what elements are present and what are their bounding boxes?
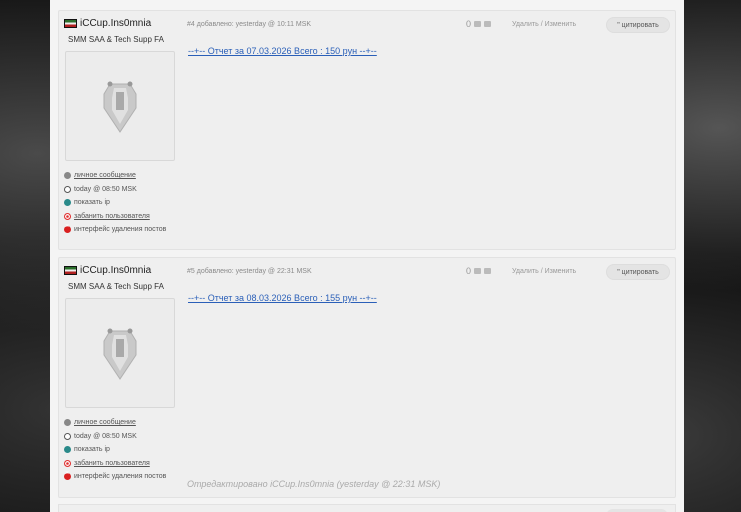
thumb-up-icon[interactable] <box>474 21 482 27</box>
forum-post: iCCup.Ins0mnia SMM SAA & Tech Supp FA ли… <box>58 257 676 498</box>
forum-content: iCCup.Ins0mnia SMM SAA & Tech Supp FA ли… <box>50 0 684 512</box>
vote-widget: 0 <box>466 19 492 29</box>
user-links: личное сообщение today @ 08:50 MSK показ… <box>64 416 166 484</box>
vote-count: 0 <box>466 266 472 276</box>
thumb-down-icon[interactable] <box>484 21 492 27</box>
vote-widget: 0 <box>466 266 492 276</box>
post-body-link[interactable]: --+-- Отчет за 07.03.2026 Всего : 150 ру… <box>188 46 377 56</box>
ban-icon <box>64 212 71 220</box>
ban-user-link[interactable]: забанить пользователя <box>64 457 166 471</box>
message-icon <box>64 419 71 427</box>
post-meta: #4 добавлено: yesterday @ 10:11 MSK <box>187 21 312 28</box>
post-actions: Удалить / Изменить <box>512 268 576 275</box>
ban-user-link[interactable]: забанить пользователя <box>64 210 166 224</box>
delete-button[interactable]: Удалить <box>512 268 539 275</box>
delete-interface-label[interactable]: интерфейс удаления постов <box>74 226 166 233</box>
show-ip-link[interactable]: показать ip <box>64 443 166 457</box>
private-message-link[interactable]: личное сообщение <box>64 416 166 430</box>
clock-icon <box>64 432 71 440</box>
edited-note: Отредактировано iCCup.Ins0mnia (yesterda… <box>187 479 441 489</box>
delete-interface-link[interactable]: интерфейс удаления постов <box>64 470 166 484</box>
last-seen: today @ 08:50 MSK <box>64 183 166 197</box>
forum-post: iCCup.Ins0mnia SMM SAA & Tech Supp FA ли… <box>58 10 676 250</box>
private-message-link[interactable]: личное сообщение <box>64 169 166 183</box>
show-ip-link[interactable]: показать ip <box>64 196 166 210</box>
last-seen-label: today @ 08:50 MSK <box>74 432 137 440</box>
flag-icon <box>64 266 77 275</box>
user-title: SMM SAA & Tech Supp FA <box>68 35 164 44</box>
author-name[interactable]: iCCup.Ins0mnia <box>80 265 151 276</box>
delete-interface-label[interactable]: интерфейс удаления постов <box>74 473 166 480</box>
avatar <box>65 51 175 161</box>
thumb-down-icon[interactable] <box>484 268 492 274</box>
thumb-up-icon[interactable] <box>474 268 482 274</box>
action-separator: / <box>540 268 543 275</box>
quote-button[interactable]: " цитировать <box>606 264 670 280</box>
message-icon <box>64 172 71 180</box>
flag-icon <box>64 19 77 28</box>
clock-icon <box>64 185 71 193</box>
action-separator: / <box>540 21 543 28</box>
last-seen: today @ 08:50 MSK <box>64 430 166 444</box>
delete-button[interactable]: Удалить <box>512 21 539 28</box>
post-body-link[interactable]: --+-- Отчет за 08.03.2026 Всего : 155 ру… <box>188 293 377 303</box>
ip-icon <box>64 446 71 454</box>
author-name[interactable]: iCCup.Ins0mnia <box>80 18 151 29</box>
post-author[interactable]: iCCup.Ins0mnia <box>64 18 151 29</box>
delete-interface-link[interactable]: интерфейс удаления постов <box>64 223 166 237</box>
delete-icon <box>64 470 71 481</box>
badge-icon <box>103 328 137 380</box>
user-title: SMM SAA & Tech Supp FA <box>68 282 164 291</box>
private-message-label[interactable]: личное сообщение <box>74 419 136 426</box>
delete-icon <box>64 223 71 234</box>
post-actions: Удалить / Изменить <box>512 21 576 28</box>
show-ip-label[interactable]: показать ip <box>74 199 110 206</box>
user-links: личное сообщение today @ 08:50 MSK показ… <box>64 169 166 237</box>
ban-user-label[interactable]: забанить пользователя <box>74 213 150 220</box>
show-ip-label[interactable]: показать ip <box>74 446 110 453</box>
post-author[interactable]: iCCup.Ins0mnia <box>64 265 151 276</box>
ip-icon <box>64 199 71 207</box>
edit-button[interactable]: Изменить <box>545 21 577 28</box>
ban-user-label[interactable]: забанить пользователя <box>74 460 150 467</box>
avatar <box>65 298 175 408</box>
ban-icon <box>64 459 71 467</box>
private-message-label[interactable]: личное сообщение <box>74 172 136 179</box>
last-seen-label: today @ 08:50 MSK <box>74 185 137 193</box>
forum-post-next <box>58 504 676 512</box>
quote-button[interactable]: " цитировать <box>606 17 670 33</box>
post-meta: #5 добавлено: yesterday @ 22:31 MSK <box>187 268 312 275</box>
edit-button[interactable]: Изменить <box>545 268 577 275</box>
vote-count: 0 <box>466 19 472 29</box>
badge-icon <box>103 81 137 133</box>
